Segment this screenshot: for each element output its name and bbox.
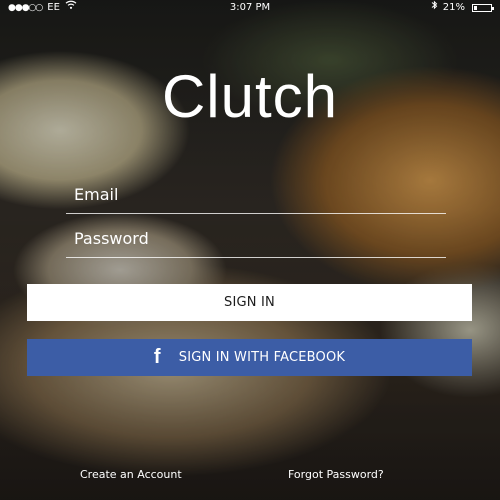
password-input[interactable] xyxy=(66,219,446,257)
email-input[interactable] xyxy=(66,175,446,213)
create-account-link[interactable]: Create an Account xyxy=(80,468,182,481)
status-right: 21% xyxy=(431,0,494,16)
forgot-password-link[interactable]: Forgot Password? xyxy=(288,468,384,481)
sign-in-button[interactable]: SIGN IN xyxy=(27,284,472,321)
password-field[interactable] xyxy=(66,219,446,258)
status-time: 3:07 PM xyxy=(229,2,271,13)
battery-percent: 21% xyxy=(442,2,465,13)
facebook-sign-in-button[interactable]: f SIGN IN WITH FACEBOOK xyxy=(27,339,472,376)
email-field[interactable] xyxy=(66,175,446,214)
facebook-icon: f xyxy=(153,345,161,368)
app-logo: Clutch xyxy=(161,63,339,130)
status-bar: ●●●○○ EE 3:07 PM 21% xyxy=(0,0,500,16)
sign-in-label: SIGN IN xyxy=(224,295,275,310)
battery-icon xyxy=(472,4,494,12)
bluetooth-icon xyxy=(431,0,438,16)
facebook-sign-in-label: SIGN IN WITH FACEBOOK xyxy=(178,350,346,365)
battery-level-fill xyxy=(474,6,478,10)
